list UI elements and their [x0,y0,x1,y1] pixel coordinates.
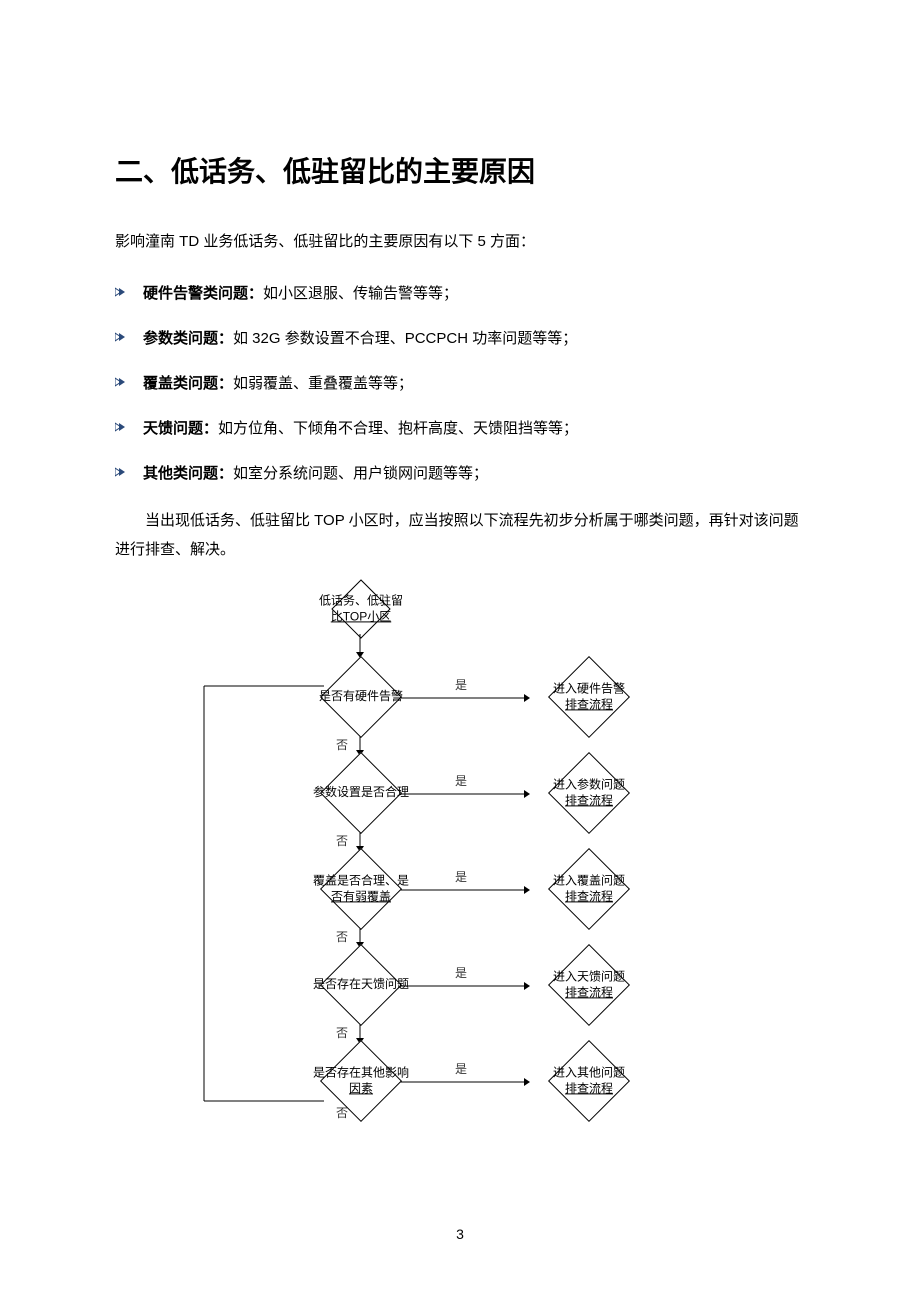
flow-action-node: 进入覆盖问题排查流程 [548,848,630,930]
flowchart: 低话务、低驻留比TOP小区 是否有硬件告警 是 进入硬件告警排查流程 否 参数设… [200,576,720,1116]
flow-action-node: 进入其他问题排查流程 [548,1040,630,1122]
flow-a2: 排查流程 [565,1081,613,1095]
flow-no-label: 否 [336,832,348,849]
flow-a2: 排查流程 [565,793,613,807]
bullet-item: 天馈问题：如方位角、下倾角不合理、抱杆高度、天馈阻挡等等； [115,417,805,438]
bullet-arrow-icon [115,375,127,393]
flow-a1: 进入参数问题 [553,777,625,791]
bullet-text: 如弱覆盖、重叠覆盖等等； [233,375,413,392]
bullet-text: 如方位角、下倾角不合理、抱杆高度、天馈阻挡等等； [218,420,578,437]
bullet-item: 硬件告警类问题：如小区退服、传输告警等等； [115,282,805,303]
flow-decision-node: 覆盖是否合理、是否有弱覆盖 [320,848,402,930]
flow-q: 是否有硬件告警 [319,689,403,703]
bullet-label: 其他类问题： [143,465,233,482]
flow-yes-label: 是 [455,1060,467,1077]
flow-no-label: 否 [336,928,348,945]
flow-action-node: 进入参数问题排查流程 [548,752,630,834]
bullet-label: 硬件告警类问题： [143,285,263,302]
flow-start-line1: 低话务、低驻留 [319,593,403,607]
flow-q2: 因素 [349,1081,373,1095]
flow-a2: 排查流程 [565,697,613,711]
flow-a2: 排查流程 [565,889,613,903]
flow-yes-label: 是 [455,964,467,981]
flow-q1: 覆盖是否合理、是 [313,873,409,887]
flow-a1: 进入其他问题 [553,1065,625,1079]
flow-yes-label: 是 [455,772,467,789]
flow-yes-label: 是 [455,676,467,693]
bullet-text: 如室分系统问题、用户锁网问题等等； [233,465,488,482]
flow-decision-node: 是否有硬件告警 [320,656,402,738]
bullet-list: 硬件告警类问题：如小区退服、传输告警等等； 参数类问题：如 32G 参数设置不合… [115,282,805,483]
flow-no-label: 否 [336,1024,348,1041]
flow-a1: 进入覆盖问题 [553,873,625,887]
flow-action-node: 进入天馈问题排查流程 [548,944,630,1026]
bullet-label: 天馈问题： [143,420,218,437]
flow-q: 是否存在天馈问题 [313,977,409,991]
flow-decision-node: 是否存在天馈问题 [320,944,402,1026]
bullet-text: 如 32G 参数设置不合理、PCCPCH 功率问题等等； [233,330,577,347]
bullet-item: 覆盖类问题：如弱覆盖、重叠覆盖等等； [115,372,805,393]
bullet-item: 参数类问题：如 32G 参数设置不合理、PCCPCH 功率问题等等； [115,327,805,348]
flow-start-node: 低话务、低驻留比TOP小区 [331,579,390,638]
bullet-arrow-icon [115,420,127,438]
flow-action-node: 进入硬件告警排查流程 [548,656,630,738]
flow-q2: 否有弱覆盖 [331,889,391,903]
bullet-text: 如小区退服、传输告警等等； [263,285,458,302]
bullet-arrow-icon [115,330,127,348]
flow-a1: 进入天馈问题 [553,969,625,983]
flow-no-label: 否 [336,1104,348,1121]
flow-q: 参数设置是否合理 [313,785,409,799]
flow-start-line2: 比TOP小区 [331,609,391,623]
flow-no-label: 否 [336,736,348,753]
flow-decision-node: 是否存在其他影响因素 [320,1040,402,1122]
paragraph: 当出现低话务、低驻留比 TOP 小区时，应当按照以下流程先初步分析属于哪类问题，… [115,507,805,564]
bullet-item: 其他类问题：如室分系统问题、用户锁网问题等等； [115,462,805,483]
flow-decision-node: 参数设置是否合理 [320,752,402,834]
bullet-label: 覆盖类问题： [143,375,233,392]
intro-text: 影响潼南 TD 业务低话务、低驻留比的主要原因有以下 5 方面： [115,230,805,254]
bullet-label: 参数类问题： [143,330,233,347]
flow-a1: 进入硬件告警 [553,681,625,695]
flow-q1: 是否存在其他影响 [313,1065,409,1079]
flow-yes-label: 是 [455,868,467,885]
bullet-arrow-icon [115,285,127,303]
flow-a2: 排查流程 [565,985,613,999]
bullet-arrow-icon [115,465,127,483]
page-number: 3 [0,1226,920,1242]
section-title: 二、低话务、低驻留比的主要原因 [115,150,805,190]
